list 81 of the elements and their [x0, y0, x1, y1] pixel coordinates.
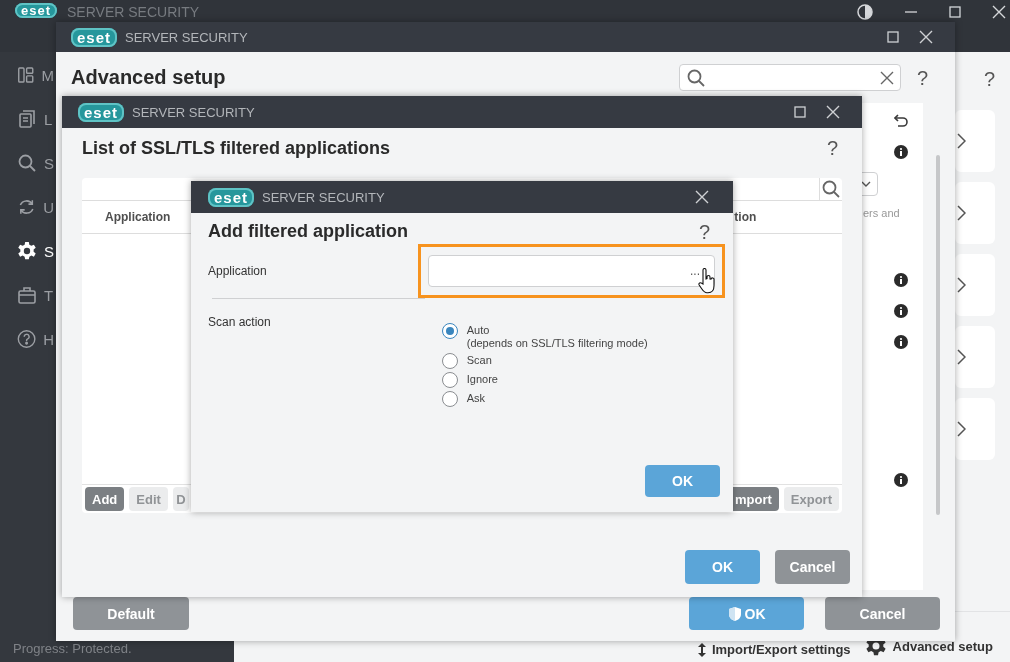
product-name: SERVER SECURITY	[125, 29, 248, 45]
product-name: SERVER SECURITY	[262, 189, 385, 205]
clear-icon[interactable]	[879, 70, 894, 85]
contrast-icon[interactable]	[857, 4, 873, 20]
chevron-right-icon	[957, 277, 966, 293]
column-header[interactable]: tion	[734, 210, 757, 224]
briefcase-icon	[17, 285, 37, 305]
option-label: Auto	[466, 324, 491, 337]
shield-icon	[727, 605, 742, 622]
help-icon[interactable]: ?	[698, 219, 710, 244]
maximize-icon[interactable]	[794, 106, 806, 118]
maximize-icon[interactable]	[949, 6, 961, 18]
chevron-right-icon	[957, 421, 966, 437]
ok-button[interactable]: OK	[645, 465, 720, 497]
close-icon[interactable]	[919, 30, 933, 44]
info-icon[interactable]	[894, 273, 909, 287]
window-heading: List of SSL/TLS filtered applications	[82, 137, 391, 159]
up-down-arrow-icon	[697, 642, 706, 657]
product-name: SERVER SECURITY	[67, 4, 200, 20]
document-icon	[17, 109, 37, 129]
help-icon[interactable]: ?	[983, 67, 995, 91]
info-icon[interactable]	[894, 335, 909, 349]
sidebar-item[interactable]: M	[0, 53, 60, 97]
footer-link[interactable]: Advanced setup	[892, 638, 993, 654]
radio-button[interactable]	[441, 391, 458, 407]
maximize-icon[interactable]	[887, 31, 899, 43]
info-icon[interactable]	[894, 304, 909, 318]
window-heading: Advanced setup	[71, 66, 226, 89]
ok-button[interactable]: OK	[689, 597, 804, 630]
status-text: Progress: Protected.	[12, 641, 133, 658]
undo-icon[interactable]	[894, 113, 909, 127]
scrollbar[interactable]	[936, 155, 940, 515]
logo: eset	[15, 3, 58, 18]
sidebar-item[interactable]: S	[0, 229, 60, 273]
search-button[interactable]	[819, 178, 842, 200]
logo: eset	[78, 102, 125, 122]
help-icon[interactable]: ?	[916, 65, 928, 90]
close-icon[interactable]	[992, 5, 1006, 19]
toolbar-button[interactable]: Add	[85, 487, 125, 511]
footer-link[interactable]: Import/Export settings	[711, 642, 851, 657]
search-icon	[685, 67, 706, 88]
hand-cursor-icon	[698, 268, 716, 294]
sidebar-item[interactable]: T	[0, 273, 60, 317]
chevron-right-icon	[957, 133, 966, 149]
close-icon[interactable]	[695, 190, 709, 204]
field-label: Application	[208, 264, 267, 278]
setting-description: ers and	[863, 207, 900, 219]
column-header[interactable]: Application	[105, 210, 171, 224]
sidebar-item[interactable]: S	[0, 141, 60, 185]
dialog-button[interactable]: Cancel	[825, 597, 940, 630]
browse-button[interactable]: ...	[690, 264, 700, 278]
close-icon[interactable]	[826, 105, 840, 119]
option-label: Ignore	[466, 373, 498, 386]
option-label: Ask	[466, 392, 486, 405]
radio-button[interactable]	[441, 372, 458, 388]
option-note: (depends on SSL/TLS filtering mode)	[466, 337, 648, 350]
sidebar-item[interactable]: L	[0, 97, 60, 141]
logo: eset	[71, 27, 118, 47]
dialog-heading: Add filtered application	[208, 221, 408, 242]
chevron-right-icon	[957, 205, 966, 221]
dialog-button[interactable]: OK	[685, 550, 760, 584]
dialog-button[interactable]: Cancel	[775, 550, 850, 584]
field-label: Scan action	[208, 315, 271, 331]
help-icon	[17, 328, 37, 350]
settings-icon	[17, 240, 37, 262]
search-icon	[17, 153, 37, 173]
radio-button[interactable]	[441, 323, 458, 339]
sidebar-item[interactable]: U	[0, 185, 60, 229]
logo: eset	[208, 187, 255, 207]
help-icon[interactable]: ?	[826, 136, 838, 160]
search-field[interactable]	[678, 64, 901, 91]
search-icon	[821, 179, 841, 199]
dashboard-icon	[17, 65, 35, 85]
dialog-button[interactable]: Default	[73, 597, 189, 630]
radio-button[interactable]	[441, 353, 458, 369]
chevron-right-icon	[957, 349, 966, 365]
info-icon[interactable]	[894, 145, 909, 159]
product-name: SERVER SECURITY	[132, 104, 255, 120]
info-icon[interactable]	[894, 473, 909, 487]
sidebar-item[interactable]: H	[0, 317, 60, 361]
option-label: Scan	[466, 354, 492, 367]
